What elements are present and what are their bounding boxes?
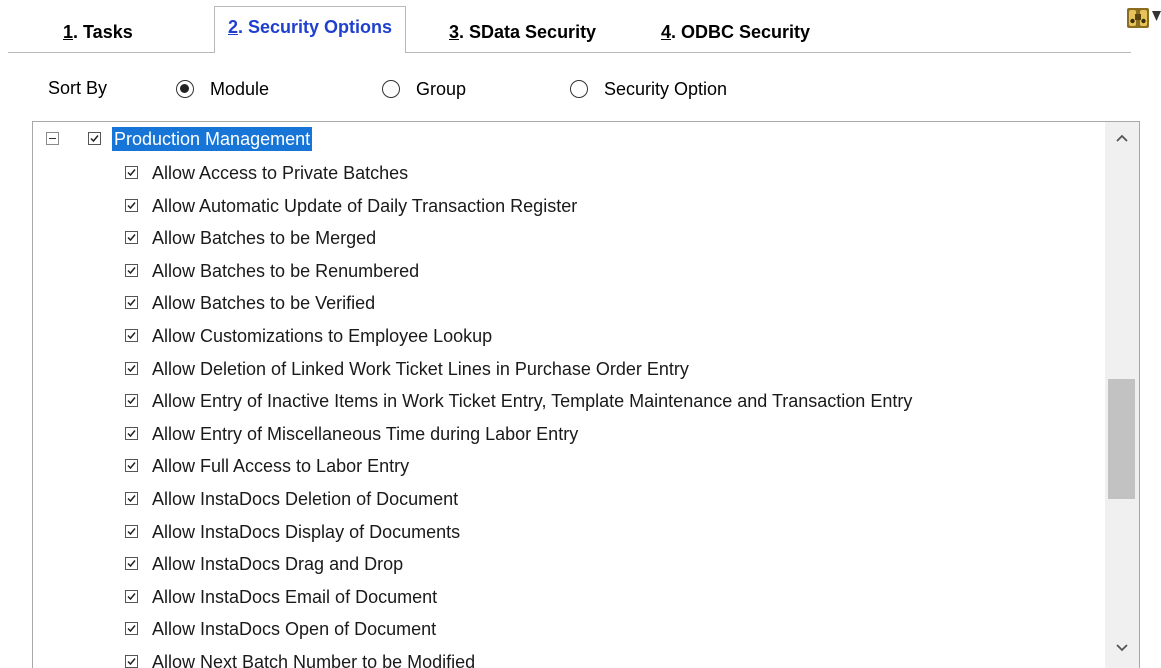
tree-root-production-management[interactable]: Production Management: [33, 124, 733, 154]
tree-item-label: Allow InstaDocs Display of Documents: [152, 521, 461, 542]
tree-item-checkbox[interactable]: [125, 426, 138, 440]
tree-item-label: Allow Batches to be Merged: [152, 228, 377, 249]
tree-item-label: Allow Batches to be Renumbered: [152, 260, 420, 281]
tree-item-checkbox[interactable]: [125, 524, 138, 538]
tree-item-label: Allow Entry of Miscellaneous Time during…: [152, 423, 579, 444]
tree-item-label: Allow Deletion of Linked Work Ticket Lin…: [152, 358, 689, 379]
radio-security-option[interactable]: Security Option: [570, 75, 727, 103]
tree-item[interactable]: Allow Deletion of Linked Work Ticket Lin…: [33, 354, 1093, 384]
tab-security-options-number: 2: [228, 17, 239, 37]
binoculars-icon[interactable]: [1126, 6, 1150, 30]
tab-sdata-security-label: . SData Security: [459, 22, 597, 42]
radio-security-option-label: Security Option: [604, 78, 728, 99]
radio-group-circle[interactable]: [382, 80, 400, 98]
radio-group[interactable]: Group: [382, 75, 466, 103]
radio-module[interactable]: Module: [176, 75, 269, 103]
tab-odbc-security-number: 4: [661, 22, 672, 42]
tree-item-label: Allow InstaDocs Deletion of Document: [152, 489, 459, 509]
scroll-down-icon[interactable]: [1115, 643, 1129, 653]
tree-item[interactable]: Allow Batches to be Verified: [33, 288, 1093, 318]
collapse-toggle-icon[interactable]: [46, 132, 59, 145]
tab-odbc-security[interactable]: 4. ODBC Security: [661, 18, 810, 46]
tree-item-checkbox[interactable]: [125, 231, 138, 245]
tree-item[interactable]: Allow InstaDocs Deletion of Document: [33, 484, 1093, 514]
tab-security-options-label: . Security Options: [238, 17, 393, 37]
tree-item-checkbox[interactable]: [125, 459, 138, 473]
tree-item-checkbox[interactable]: [125, 622, 138, 636]
tab-tasks[interactable]: 1. Tasks: [63, 18, 133, 46]
tree-item[interactable]: Allow InstaDocs Drag and Drop: [33, 549, 1093, 579]
tree-item-label: Allow Access to Private Batches: [152, 163, 409, 183]
tab-bar: 1. Tasks 2. Security Options 3. SData Se…: [0, 0, 1161, 54]
tree-item[interactable]: Allow Access to Private Batches: [33, 158, 1093, 188]
tree-item-checkbox[interactable]: [125, 198, 138, 212]
triangle-down-icon[interactable]: [1152, 9, 1161, 23]
tree-item-label: Allow Full Access to Labor Entry: [152, 456, 410, 477]
tree-item-label: Allow InstaDocs Open of Document: [152, 619, 437, 640]
radio-group-label: Group: [416, 78, 467, 99]
scroll-up-icon[interactable]: [1115, 133, 1129, 143]
tree-item-checkbox[interactable]: [125, 166, 138, 179]
tree-item-label: Allow Batches to be Verified: [152, 293, 376, 314]
tree-content: Production Management Allow Access to Pr…: [33, 122, 1105, 668]
tree-root-label[interactable]: Production Management: [112, 127, 313, 151]
sort-by-row: Sort By Module Group Security Option: [0, 72, 1161, 108]
tree-item-checkbox[interactable]: [125, 361, 138, 375]
tree-item[interactable]: Allow Batches to be Renumbered: [33, 256, 1093, 286]
tab-tasks-number: 1: [63, 22, 74, 42]
vertical-scrollbar[interactable]: [1105, 122, 1139, 668]
tree-item[interactable]: Allow Customizations to Employee Lookup: [33, 321, 1093, 351]
radio-module-circle[interactable]: [176, 80, 194, 98]
tree-item[interactable]: Allow InstaDocs Email of Document: [33, 582, 1093, 612]
tree-item-checkbox[interactable]: [125, 655, 138, 668]
tree-item-checkbox[interactable]: [125, 263, 138, 277]
security-options-window: 1. Tasks 2. Security Options 3. SData Se…: [0, 0, 1161, 668]
tab-tasks-label: . Tasks: [73, 22, 133, 42]
tree-item[interactable]: Allow Batches to be Merged: [33, 223, 1093, 253]
scrollbar-thumb[interactable]: [1108, 379, 1135, 499]
tab-sdata-security[interactable]: 3. SData Security: [449, 18, 596, 46]
tree-item[interactable]: Allow Entry of Inactive Items in Work Ti…: [33, 386, 1093, 416]
radio-security-option-circle[interactable]: [570, 80, 588, 98]
radio-module-label: Module: [210, 78, 270, 99]
tab-odbc-security-label: . ODBC Security: [671, 22, 811, 42]
tree-item-label: Allow Entry of Inactive Items in Work Ti…: [152, 391, 913, 412]
tree-item-checkbox[interactable]: [125, 329, 138, 342]
tab-sdata-security-number: 3: [449, 22, 460, 42]
security-options-tree[interactable]: Production Management Allow Access to Pr…: [32, 121, 1140, 668]
tree-item[interactable]: Allow Entry of Miscellaneous Time during…: [33, 419, 1093, 449]
tree-item[interactable]: Allow InstaDocs Open of Document: [33, 614, 1093, 644]
tree-item-checkbox[interactable]: [125, 557, 138, 571]
tree-item-label: Allow InstaDocs Email of Document: [152, 586, 438, 607]
tree-item-checkbox[interactable]: [125, 394, 138, 408]
tab-security-options[interactable]: 2. Security Options: [214, 6, 407, 53]
tree-item[interactable]: Allow Next Batch Number to be Modified: [33, 647, 1093, 668]
tree-item-checkbox[interactable]: [125, 589, 138, 603]
tree-item-label: Allow Customizations to Employee Lookup: [152, 326, 493, 346]
root-checkbox[interactable]: [88, 132, 101, 145]
tree-item-label: Allow InstaDocs Drag and Drop: [152, 554, 404, 575]
tree-item-label: Allow Next Batch Number to be Modified: [152, 652, 476, 668]
tree-item-checkbox[interactable]: [125, 492, 138, 505]
tree-item[interactable]: Allow InstaDocs Display of Documents: [33, 517, 1093, 547]
tab-baseline: [8, 52, 1131, 53]
sort-by-label: Sort By: [48, 78, 108, 98]
tree-item-label: Allow Automatic Update of Daily Transact…: [152, 195, 578, 216]
tree-item[interactable]: Allow Full Access to Labor Entry: [33, 451, 1093, 481]
tree-item-checkbox[interactable]: [125, 296, 138, 310]
tree-item[interactable]: Allow Automatic Update of Daily Transact…: [33, 191, 1093, 221]
